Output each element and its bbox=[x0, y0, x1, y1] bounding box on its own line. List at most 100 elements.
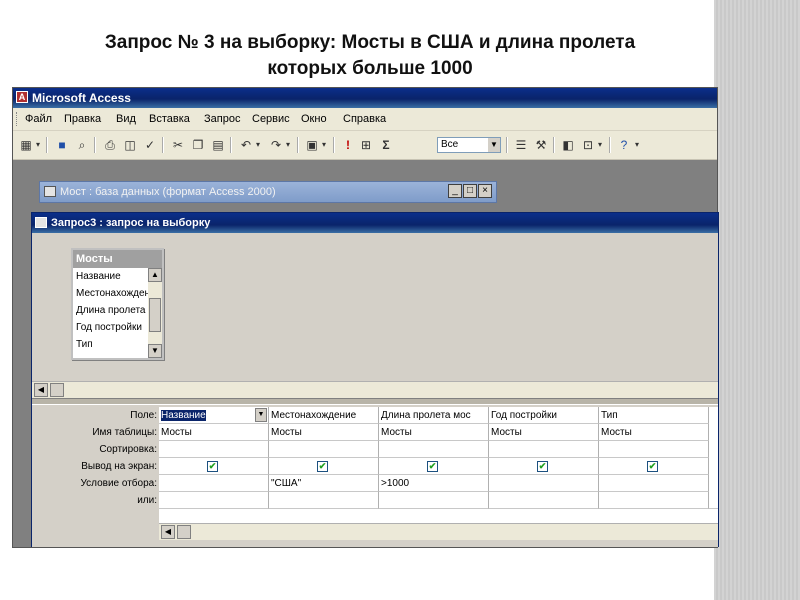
show-checkbox[interactable]: ✔ bbox=[537, 461, 548, 472]
help-icon[interactable]: ? bbox=[615, 136, 633, 154]
query-type-dropdown-icon[interactable]: ▾ bbox=[319, 136, 329, 154]
toolbar-separator bbox=[162, 137, 164, 153]
database-window-icon[interactable]: ◧ bbox=[559, 136, 577, 154]
table-pane-hscrollbar[interactable]: ◀ bbox=[32, 381, 718, 398]
build-icon[interactable]: ⚒ bbox=[532, 136, 550, 154]
grid-field-cell[interactable]: Год постройки bbox=[489, 407, 599, 424]
database-icon bbox=[44, 186, 56, 197]
show-checkbox[interactable]: ✔ bbox=[647, 461, 658, 472]
search-file-icon[interactable]: ⌕ bbox=[73, 136, 91, 154]
grid-criteria-cell[interactable] bbox=[599, 475, 709, 492]
properties-icon[interactable]: ☰ bbox=[512, 136, 530, 154]
scroll-up-icon[interactable]: ▲ bbox=[148, 268, 162, 282]
grid-table-cell[interactable]: Мосты bbox=[379, 424, 489, 441]
redo-dropdown-icon[interactable]: ▾ bbox=[283, 136, 293, 154]
grid-sort-cell[interactable] bbox=[489, 441, 599, 458]
grid-table-cell[interactable]: Мосты bbox=[269, 424, 379, 441]
grid-table-cell[interactable]: Мосты bbox=[159, 424, 269, 441]
field-item[interactable]: Год постройки bbox=[73, 319, 148, 336]
scroll-left-icon[interactable]: ◀ bbox=[161, 525, 175, 539]
toolbar-options-icon[interactable]: ▾ bbox=[633, 136, 641, 154]
field-list-title[interactable]: Мосты bbox=[73, 250, 162, 268]
print-preview-icon[interactable]: ◫ bbox=[121, 136, 139, 154]
show-table-icon[interactable]: ⊞ bbox=[357, 136, 375, 154]
scroll-thumb[interactable] bbox=[149, 298, 161, 332]
access-key-icon[interactable]: A bbox=[16, 91, 28, 103]
grid-field-cell[interactable]: Длина пролета мос bbox=[379, 407, 489, 424]
print-icon[interactable]: ⎙ bbox=[101, 136, 119, 154]
close-button[interactable]: × bbox=[478, 184, 492, 198]
scroll-thumb[interactable] bbox=[50, 383, 64, 397]
field-item[interactable]: Тип bbox=[73, 336, 148, 353]
grid-or-cell[interactable] bbox=[599, 492, 709, 509]
grid-or-cell[interactable] bbox=[489, 492, 599, 509]
grid-table-cell[interactable]: Мосты bbox=[489, 424, 599, 441]
field-list-scrollbar[interactable]: ▲ ▼ bbox=[148, 268, 162, 358]
paste-icon[interactable]: ▤ bbox=[209, 136, 227, 154]
slide-title: Запрос № 3 на выборку: Мосты в США и дли… bbox=[40, 30, 700, 82]
menu-edit[interactable]: Правка bbox=[64, 108, 101, 130]
new-object-dropdown-icon[interactable]: ▾ bbox=[595, 136, 605, 154]
chevron-down-icon[interactable]: ▼ bbox=[488, 138, 500, 152]
grid-or-cell[interactable] bbox=[269, 492, 379, 509]
grid-sort-cell[interactable] bbox=[269, 441, 379, 458]
query-window-titlebar[interactable]: Запрос3 : запрос на выборку bbox=[32, 213, 718, 233]
menu-view[interactable]: Вид bbox=[116, 108, 136, 130]
undo-dropdown-icon[interactable]: ▾ bbox=[253, 136, 263, 154]
database-window-title: Мост : база данных (формат Access 2000) bbox=[60, 186, 276, 198]
copy-icon[interactable]: ❐ bbox=[189, 136, 207, 154]
field-list-bridges[interactable]: Мосты Название Местонахождение Длина про… bbox=[71, 248, 164, 360]
run-icon[interactable]: ! bbox=[339, 136, 357, 154]
minimize-button[interactable]: _ bbox=[448, 184, 462, 198]
cut-icon[interactable]: ✂ bbox=[169, 136, 187, 154]
row-label-or: или: bbox=[137, 495, 157, 506]
save-icon[interactable]: ■ bbox=[53, 136, 71, 154]
grid-sort-cell[interactable] bbox=[379, 441, 489, 458]
grid-empty-column[interactable] bbox=[709, 407, 718, 509]
grid-field-cell[interactable]: Местонахождение bbox=[269, 407, 379, 424]
spelling-icon[interactable]: ✓ bbox=[141, 136, 159, 154]
grid-criteria-cell[interactable] bbox=[489, 475, 599, 492]
show-checkbox[interactable]: ✔ bbox=[207, 461, 218, 472]
top-values-combo[interactable]: Все ▼ bbox=[437, 137, 501, 153]
table-pane: Мосты Название Местонахождение Длина про… bbox=[32, 233, 718, 381]
grid-criteria-cell[interactable] bbox=[159, 475, 269, 492]
grid-or-cell[interactable] bbox=[379, 492, 489, 509]
grid-sort-cell[interactable] bbox=[159, 441, 269, 458]
menu-query[interactable]: Запрос bbox=[204, 108, 240, 130]
menu-file[interactable]: Файл bbox=[25, 108, 52, 130]
scroll-thumb[interactable] bbox=[177, 525, 191, 539]
menu-insert[interactable]: Вставка bbox=[149, 108, 190, 130]
grid-field-cell[interactable]: Название bbox=[159, 407, 269, 424]
menu-tools[interactable]: Сервис bbox=[252, 108, 290, 130]
pane-splitter[interactable] bbox=[32, 398, 718, 405]
grid-criteria-cell[interactable]: >1000 bbox=[379, 475, 489, 492]
access-window: A Microsoft Access Файл Правка Вид Встав… bbox=[12, 87, 719, 548]
scroll-left-icon[interactable]: ◀ bbox=[34, 383, 48, 397]
database-window-titlebar[interactable]: Мост : база данных (формат Access 2000) … bbox=[39, 181, 497, 203]
chevron-down-icon[interactable]: ▼ bbox=[255, 408, 267, 422]
field-item[interactable]: Длина пролета bbox=[73, 302, 148, 319]
field-item[interactable]: Местонахождение bbox=[73, 285, 148, 302]
toolbar-separator bbox=[553, 137, 555, 153]
toolbar-separator bbox=[333, 137, 335, 153]
show-checkbox[interactable]: ✔ bbox=[317, 461, 328, 472]
menubar-grip[interactable] bbox=[16, 112, 20, 126]
grid-or-cell[interactable] bbox=[159, 492, 269, 509]
menu-window[interactable]: Окно bbox=[301, 108, 327, 130]
scroll-down-icon[interactable]: ▼ bbox=[148, 344, 162, 358]
field-item[interactable]: Название bbox=[73, 268, 148, 285]
totals-icon[interactable]: Σ bbox=[377, 136, 395, 154]
grid-criteria-cell[interactable]: "США" bbox=[269, 475, 379, 492]
menu-help[interactable]: Справка bbox=[343, 108, 386, 130]
toolbar-separator bbox=[609, 137, 611, 153]
grid-field-cell[interactable]: Тип bbox=[599, 407, 709, 424]
row-label-table: Имя таблицы: bbox=[92, 427, 157, 438]
top-values-value: Все bbox=[441, 139, 459, 150]
view-dropdown-icon[interactable]: ▾ bbox=[33, 136, 43, 154]
grid-sort-cell[interactable] bbox=[599, 441, 709, 458]
show-checkbox[interactable]: ✔ bbox=[427, 461, 438, 472]
design-grid-hscrollbar[interactable]: ◀ bbox=[159, 523, 718, 540]
maximize-button[interactable]: □ bbox=[463, 184, 477, 198]
grid-table-cell[interactable]: Мосты bbox=[599, 424, 709, 441]
